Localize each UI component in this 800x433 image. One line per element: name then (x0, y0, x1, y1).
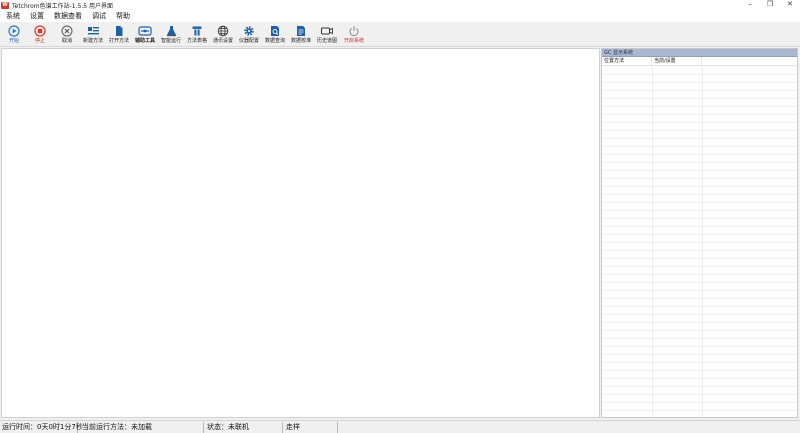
new-method-label: 新建方法 (82, 38, 103, 44)
connection-status: 状态：未联机 (205, 422, 283, 433)
start-label: 开始 (8, 38, 19, 44)
comm-settings-button[interactable]: 通讯设置 (212, 24, 234, 46)
history-icon (320, 24, 334, 37)
data-query-icon (268, 24, 282, 37)
method-table-label: 方法表格 (186, 38, 207, 44)
toolbar: 开始 停止 取消 新建方法 打开方法 辅助工具 智能运行 方法表格 通讯设置 仪… (0, 23, 800, 47)
column-current-setting[interactable]: 当前/设置 (652, 57, 702, 65)
menu-data-view[interactable]: 数据查看 (50, 11, 86, 21)
open-method-label: 打开方法 (108, 38, 129, 44)
tools-button[interactable]: 辅助工具 (134, 24, 156, 46)
history-chromatogram-label: 历史谱图 (316, 38, 337, 44)
app-logo-icon: W (1, 1, 9, 9)
method-table-button[interactable]: 方法表格 (186, 24, 208, 46)
column-empty (702, 57, 797, 65)
start-system-label: 开启系统 (343, 38, 364, 44)
new-method-icon (86, 24, 100, 37)
title-bar: W Tetchrom色谱工作站-1.5.5 用户界面 – ❐ ✕ (0, 0, 800, 10)
cancel-icon (60, 24, 74, 37)
open-method-icon (112, 24, 126, 37)
method-table-icon (190, 24, 204, 37)
menu-settings[interactable]: 设置 (26, 11, 48, 21)
run-time-status: 运行时间：0天0时1分7秒 (2, 422, 83, 433)
data-calibrate-label: 数据校准 (290, 38, 311, 44)
menu-bar: 系统 设置 数据查看 调试 帮助 (0, 10, 800, 22)
smart-run-label: 智能运行 (160, 38, 181, 44)
play-icon (7, 24, 21, 37)
cancel-button[interactable]: 取消 (59, 24, 75, 46)
stop-button[interactable]: 停止 (32, 24, 48, 46)
menu-help[interactable]: 帮助 (112, 11, 134, 21)
data-calibrate-icon (294, 24, 308, 37)
comm-settings-label: 通讯设置 (212, 38, 233, 44)
start-button[interactable]: 开始 (6, 24, 22, 46)
smart-run-icon (164, 24, 178, 37)
power-icon (347, 24, 361, 37)
new-method-button[interactable]: 新建方法 (82, 24, 104, 46)
gc-display-panel: GC 显示系统 位置方法 当前/设置 (601, 48, 798, 418)
open-method-button[interactable]: 打开方法 (108, 24, 130, 46)
window-title: Tetchrom色谱工作站-1.5.5 用户界面 (12, 2, 113, 10)
cancel-label: 取消 (61, 38, 72, 44)
column-position-method[interactable]: 位置方法 (602, 57, 652, 65)
current-method-status: 当前运行方法：未加载 (80, 422, 204, 433)
tools-label: 辅助工具 (134, 38, 155, 44)
close-button[interactable]: ✕ (780, 0, 800, 10)
globe-icon (216, 24, 230, 37)
gear-icon (242, 24, 256, 37)
smart-run-button[interactable]: 智能运行 (160, 24, 182, 46)
grid-divider (702, 67, 703, 417)
maximize-button[interactable]: ❐ (760, 0, 780, 10)
grid-header: 位置方法 当前/设置 (602, 57, 797, 66)
chromatogram-area[interactable] (1, 48, 600, 418)
status-bar: 运行时间：0天0时1分7秒 当前运行方法：未加载 状态：未联机 走样 (0, 420, 800, 433)
history-chromatogram-button[interactable]: 历史谱图 (316, 24, 338, 46)
stop-icon (33, 24, 47, 37)
panel-header: GC 显示系统 (602, 49, 797, 57)
instrument-config-button[interactable]: 仪器配置 (238, 24, 260, 46)
stop-label: 停止 (34, 38, 45, 44)
tools-icon (138, 24, 152, 37)
sampling-status: 走样 (284, 422, 338, 433)
instrument-config-label: 仪器配置 (238, 38, 259, 44)
grid-divider (652, 67, 653, 417)
minimize-button[interactable]: – (740, 0, 760, 10)
menu-system[interactable]: 系统 (2, 11, 24, 21)
menu-debug[interactable]: 调试 (88, 11, 110, 21)
data-query-button[interactable]: 数据查询 (264, 24, 286, 46)
start-system-button[interactable]: 开启系统 (343, 24, 365, 46)
data-calibrate-button[interactable]: 数据校准 (290, 24, 312, 46)
data-query-label: 数据查询 (264, 38, 285, 44)
status-grid[interactable] (602, 67, 797, 417)
